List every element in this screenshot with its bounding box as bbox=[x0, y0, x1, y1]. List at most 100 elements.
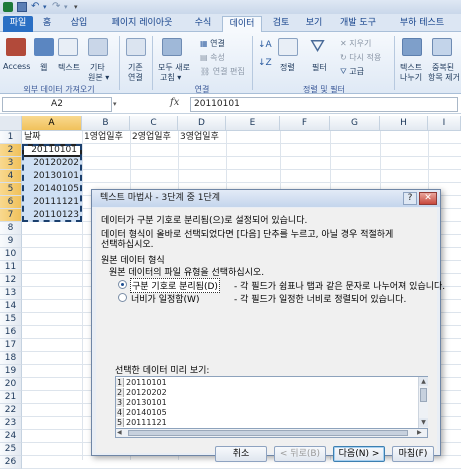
cell-a3[interactable]: 20120202 bbox=[22, 157, 82, 170]
tab-page-layout[interactable]: 페이지 레이아웃 bbox=[100, 16, 184, 32]
help-button[interactable]: ? bbox=[403, 192, 417, 205]
delimited-radio[interactable] bbox=[118, 280, 127, 289]
row-header[interactable]: 17 bbox=[0, 339, 22, 352]
row-header[interactable]: 13 bbox=[0, 287, 22, 300]
row-header[interactable]: 19 bbox=[0, 365, 22, 378]
column-header-e[interactable]: E bbox=[226, 116, 280, 131]
filter-label[interactable]: 필터 bbox=[312, 62, 327, 73]
dialog-title[interactable]: 텍스트 마법사 - 3단계 중 1단계 bbox=[92, 190, 440, 207]
cell-a7[interactable]: 20110123 bbox=[22, 209, 82, 222]
column-header-g[interactable]: G bbox=[330, 116, 380, 131]
access-label[interactable]: Access bbox=[3, 62, 30, 71]
row-header[interactable]: 18 bbox=[0, 352, 22, 365]
remove-duplicates-icon[interactable] bbox=[432, 38, 452, 56]
row-header[interactable]: 8 bbox=[0, 222, 22, 235]
undo-icon[interactable]: ↶ bbox=[31, 2, 41, 12]
column-header-c[interactable]: C bbox=[130, 116, 178, 131]
filter-icon[interactable]: ⛛ bbox=[310, 36, 325, 57]
select-all-corner[interactable] bbox=[0, 116, 22, 131]
tab-load-test[interactable]: 부하 테스트 bbox=[388, 16, 456, 32]
row-header[interactable]: 12 bbox=[0, 274, 22, 287]
row-header[interactable]: 26 bbox=[0, 456, 22, 469]
preview-horizontal-scrollbar[interactable]: ◀ ▶ bbox=[115, 429, 428, 438]
column-header-h[interactable]: H bbox=[380, 116, 428, 131]
cell-a4[interactable]: 20130101 bbox=[22, 170, 82, 183]
text-to-columns-label-2[interactable]: 나누기 bbox=[400, 72, 422, 83]
row-header[interactable]: 16 bbox=[0, 326, 22, 339]
sort-icon[interactable] bbox=[278, 38, 298, 56]
row-header[interactable]: 14 bbox=[0, 300, 22, 313]
preview-vertical-scrollbar[interactable]: ▲ ▼ bbox=[418, 377, 428, 428]
tab-review[interactable]: 검토 bbox=[266, 16, 296, 32]
tab-developer[interactable]: 개발 도구 bbox=[334, 16, 382, 32]
cell-b1[interactable]: 1영업일후 bbox=[84, 131, 130, 144]
cell-a6[interactable]: 20111121 bbox=[22, 196, 82, 209]
name-box[interactable]: A2 bbox=[2, 97, 112, 112]
row-header[interactable]: 2 bbox=[0, 144, 22, 157]
existing-label-2[interactable]: 연결 bbox=[128, 72, 143, 83]
row-header[interactable]: 10 bbox=[0, 248, 22, 261]
edit-links-item[interactable]: ⛓ 연결 편집 bbox=[200, 66, 245, 77]
refresh-all-icon[interactable] bbox=[162, 38, 182, 56]
existing-connections-icon[interactable] bbox=[126, 38, 146, 56]
row-header[interactable]: 20 bbox=[0, 378, 22, 391]
name-box-dropdown-icon[interactable]: ▾ bbox=[113, 100, 117, 108]
customize-qat-icon[interactable]: ▾ bbox=[74, 2, 84, 12]
row-header[interactable]: 7 bbox=[0, 209, 22, 222]
cell-c1[interactable]: 2영업일후 bbox=[132, 131, 178, 144]
scroll-down-icon[interactable]: ▼ bbox=[419, 418, 428, 427]
remove-duplicates-label-2[interactable]: 항목 제거 bbox=[428, 72, 460, 83]
tab-formulas[interactable]: 수식 bbox=[188, 16, 218, 32]
row-header[interactable]: 22 bbox=[0, 404, 22, 417]
text-file-icon[interactable] bbox=[58, 38, 78, 56]
row-header[interactable]: 3 bbox=[0, 157, 22, 170]
row-header[interactable]: 9 bbox=[0, 235, 22, 248]
cell-a1[interactable]: 날짜 bbox=[24, 131, 80, 144]
text-label[interactable]: 텍스트 bbox=[58, 62, 80, 73]
data-preview[interactable]: 1 20110101 2 20120202 3 20130101 4 20140… bbox=[115, 376, 428, 429]
row-header[interactable]: 11 bbox=[0, 261, 22, 274]
reapply-item[interactable]: ↻ 다시 적용 bbox=[340, 52, 381, 63]
connections-item[interactable]: ▦ 연결 bbox=[200, 38, 225, 49]
row-header[interactable]: 21 bbox=[0, 391, 22, 404]
web-label[interactable]: 웹 bbox=[40, 62, 47, 73]
clear-item[interactable]: ✕ 지우기 bbox=[340, 38, 371, 49]
column-header-b[interactable]: B bbox=[82, 116, 130, 131]
column-header-a[interactable]: A bbox=[22, 116, 82, 131]
cell-d1[interactable]: 3영업일후 bbox=[180, 131, 226, 144]
tab-file[interactable]: 파일 bbox=[3, 16, 33, 32]
properties-item[interactable]: ▤ 속성 bbox=[200, 52, 225, 63]
save-icon[interactable] bbox=[17, 2, 27, 12]
formula-input[interactable]: 20110101 bbox=[190, 97, 458, 112]
redo-dropdown-icon[interactable]: ▾ bbox=[64, 2, 74, 12]
horizontal-scroll-thumb[interactable] bbox=[128, 430, 408, 436]
row-header[interactable]: 5 bbox=[0, 183, 22, 196]
text-to-columns-icon[interactable] bbox=[402, 38, 422, 56]
row-header[interactable]: 1 bbox=[0, 131, 22, 144]
fixed-width-label[interactable]: 너비가 일정함(W) bbox=[131, 292, 199, 305]
row-header[interactable]: 4 bbox=[0, 170, 22, 183]
redo-icon[interactable]: ↷ bbox=[52, 2, 62, 12]
row-header[interactable]: 25 bbox=[0, 443, 22, 456]
access-icon[interactable] bbox=[6, 38, 26, 56]
other-sources-icon[interactable] bbox=[88, 38, 108, 56]
cell-a5[interactable]: 20140105 bbox=[22, 183, 82, 196]
fixed-width-radio[interactable] bbox=[118, 293, 127, 302]
tab-data[interactable]: 데이터 bbox=[222, 16, 262, 32]
tab-view[interactable]: 보기 bbox=[300, 16, 328, 32]
scroll-left-icon[interactable]: ◀ bbox=[117, 429, 122, 437]
sort-label[interactable]: 정렬 bbox=[280, 62, 295, 73]
sort-ascending-icon[interactable]: ↓A bbox=[258, 40, 272, 50]
cell-a2-active[interactable]: 20110101 bbox=[22, 144, 82, 157]
close-button[interactable]: ✕ bbox=[419, 192, 437, 205]
web-icon[interactable] bbox=[34, 38, 54, 56]
scroll-up-icon[interactable]: ▲ bbox=[419, 377, 428, 386]
advanced-item[interactable]: ⛛ 고급 bbox=[340, 66, 364, 77]
scroll-right-icon[interactable]: ▶ bbox=[417, 429, 422, 437]
column-header-d[interactable]: D bbox=[178, 116, 226, 131]
insert-function-button[interactable]: fx bbox=[170, 97, 179, 108]
other-label-2[interactable]: 원본 ▾ bbox=[88, 72, 109, 83]
row-header[interactable]: 6 bbox=[0, 196, 22, 209]
sort-descending-icon[interactable]: ↓Z bbox=[258, 58, 272, 68]
column-header-i[interactable]: I bbox=[428, 116, 461, 131]
